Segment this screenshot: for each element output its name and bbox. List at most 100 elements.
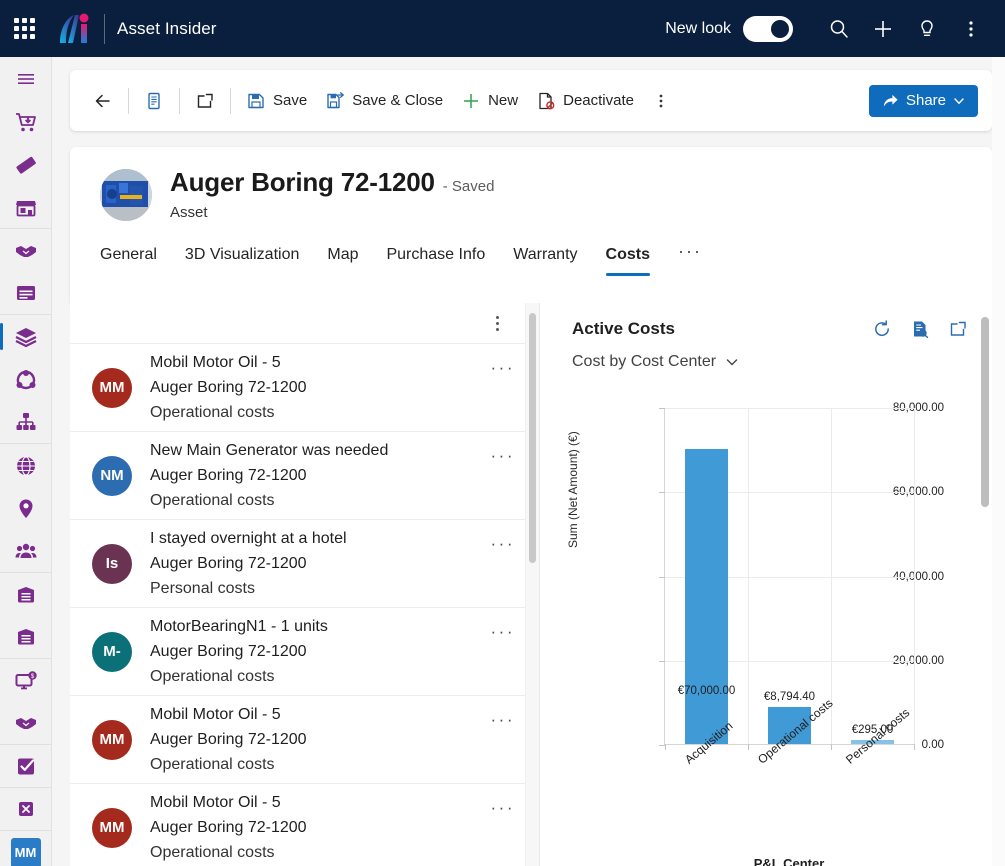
sidebar-item-locations[interactable] [0,487,51,530]
tab-3d-visualization[interactable]: 3D Visualization [171,240,313,276]
view-records-button[interactable] [910,319,930,339]
chart-plot-area: €70,000.00 €8,794.40 €295.00 Acquisition… [659,408,915,767]
sidebar-item-global[interactable] [0,444,51,487]
app-title: Asset Insider [117,18,217,38]
page-scrollbar[interactable] [992,57,1005,866]
box-icon [17,629,34,645]
list-item-text: Mobil Motor Oil - 5 Auger Boring 72-1200… [150,702,491,777]
list-item-asset: Auger Boring 72-1200 [150,555,307,572]
refresh-button[interactable] [872,319,892,339]
gridline [914,408,915,744]
share-icon [883,94,898,107]
chart-actions [872,319,968,339]
page-title: Auger Boring 72-1200 [170,167,435,197]
avatar: M- [92,631,132,672]
tab-purchase-info[interactable]: Purchase Info [372,240,499,276]
sidebar-item-close[interactable] [0,788,51,831]
list-item[interactable]: MM Mobil Motor Oil - 5 Auger Boring 72-1… [70,783,539,866]
list-item[interactable]: MM Mobil Motor Oil - 5 Auger Boring 72-1… [70,343,539,431]
gridline [665,408,914,409]
sidebar-item-agreements[interactable] [0,702,51,745]
app-launcher-button[interactable] [0,0,48,57]
list-item-text: MotorBearingN1 - 1 units Auger Boring 72… [150,614,491,689]
people-icon [15,543,36,558]
sidebar-user-avatar[interactable]: MM [0,831,51,866]
bar-chart: Sum (Net Amount) (€) 80,000.00 60,000.00… [566,402,944,866]
y-tickmark [659,660,665,662]
list-item[interactable]: NM New Main Generator was needed Auger B… [70,431,539,519]
list-item-more-button[interactable]: ··· [491,446,515,466]
open-in-new-window-button[interactable] [186,80,224,122]
chart-panel-scrollbar[interactable] [978,303,992,866]
help-button[interactable] [905,0,949,57]
chart-view-selector[interactable]: Cost by Cost Center [572,353,739,371]
list-item-more-button[interactable]: ··· [491,798,515,818]
sidebar-item-articles[interactable] [0,272,51,315]
tab-costs[interactable]: Costs [592,240,664,276]
scrollbar-thumb[interactable] [529,313,536,563]
plus-icon [464,93,479,108]
tab-warranty[interactable]: Warranty [499,240,591,276]
show-chart-button[interactable] [135,80,173,122]
sidebar-item-contacts[interactable] [0,530,51,573]
list-item-category: Personal costs [150,580,255,597]
avatar: NM [92,455,132,496]
cost-list-more-button[interactable] [496,315,499,331]
tab-map[interactable]: Map [313,240,372,276]
list-item-more-button[interactable]: ··· [491,358,515,378]
save-label: Save [273,92,308,109]
hamburger-icon [17,73,34,84]
avatar: MM [10,837,41,866]
sidebar-item-archive[interactable] [0,616,51,659]
form-icon [148,92,160,109]
lightbulb-icon [921,19,933,36]
layers-icon [15,327,36,347]
scrollbar-thumb[interactable] [981,317,989,507]
sidebar-item-components[interactable] [0,358,51,401]
save-and-close-button[interactable]: Save & Close [316,80,452,122]
new-button[interactable]: New [452,80,527,122]
y-tickmark [659,576,665,578]
sidebar-item-purchase-orders[interactable] [0,100,51,143]
list-item-title: Mobil Motor Oil - 5 [150,354,281,371]
list-item-more-button[interactable]: ··· [491,622,515,642]
back-button[interactable] [84,80,122,122]
top-nav-more-button[interactable] [949,0,993,57]
new-look-toggle[interactable] [743,15,793,42]
search-button[interactable] [817,0,861,57]
sidebar-item-hamburger-menu[interactable] [0,57,51,100]
box-icon [17,586,34,602]
cost-list-scrollbar[interactable] [525,303,539,866]
sidebar-item-hierarchy[interactable] [0,401,51,444]
chart-view-label: Cost by Cost Center [572,353,717,370]
sidebar-item-assets[interactable] [0,315,51,358]
search-icon [830,19,848,38]
tab-overflow-button[interactable]: ··· [664,235,716,276]
list-item-text: Mobil Motor Oil - 5 Auger Boring 72-1200… [150,790,491,865]
command-overflow-button[interactable] [643,80,679,122]
command-divider [179,87,180,114]
plus-icon [875,20,891,37]
sidebar-item-tasks[interactable] [0,745,51,788]
list-item-more-button[interactable]: ··· [491,710,515,730]
sidebar-item-billing[interactable]: $ [0,659,51,702]
list-item[interactable]: M- MotorBearingN1 - 1 units Auger Boring… [70,607,539,695]
bar-acquisition[interactable] [685,449,728,744]
sidebar-item-partners[interactable] [0,229,51,272]
list-item-more-button[interactable]: ··· [491,534,515,554]
map-pin-icon [19,499,32,518]
sidebar-item-storefront[interactable] [0,186,51,229]
share-label: Share [905,92,946,109]
sidebar-item-tickets[interactable] [0,143,51,186]
share-button[interactable]: Share [868,84,978,117]
command-divider [230,87,231,114]
save-and-close-label: Save & Close [352,92,444,109]
list-item[interactable]: MM Mobil Motor Oil - 5 Auger Boring 72-1… [70,695,539,783]
sidebar-item-inventory[interactable] [0,573,51,616]
new-record-button[interactable] [861,0,905,57]
tab-general[interactable]: General [100,240,171,276]
list-item[interactable]: Is I stayed overnight at a hotel Auger B… [70,519,539,607]
save-button[interactable]: Save [237,80,316,122]
deactivate-button[interactable]: Deactivate [527,80,643,122]
popout-chart-button[interactable] [948,319,968,339]
